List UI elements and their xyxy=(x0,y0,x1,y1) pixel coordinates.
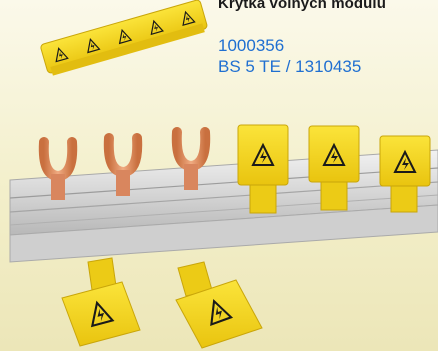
cap-strip xyxy=(40,0,208,76)
product-card: Krytka volných modulů 1000356 BS 5 TE / … xyxy=(0,0,438,351)
mounted-caps xyxy=(237,124,431,214)
loose-cap-right xyxy=(175,261,263,349)
product-type: BS 5 TE / 1310435 xyxy=(218,57,362,76)
product-title: Krytka volných modulů xyxy=(218,0,386,12)
loose-cap-left xyxy=(61,257,141,347)
product-code: 1000356 xyxy=(218,36,285,55)
